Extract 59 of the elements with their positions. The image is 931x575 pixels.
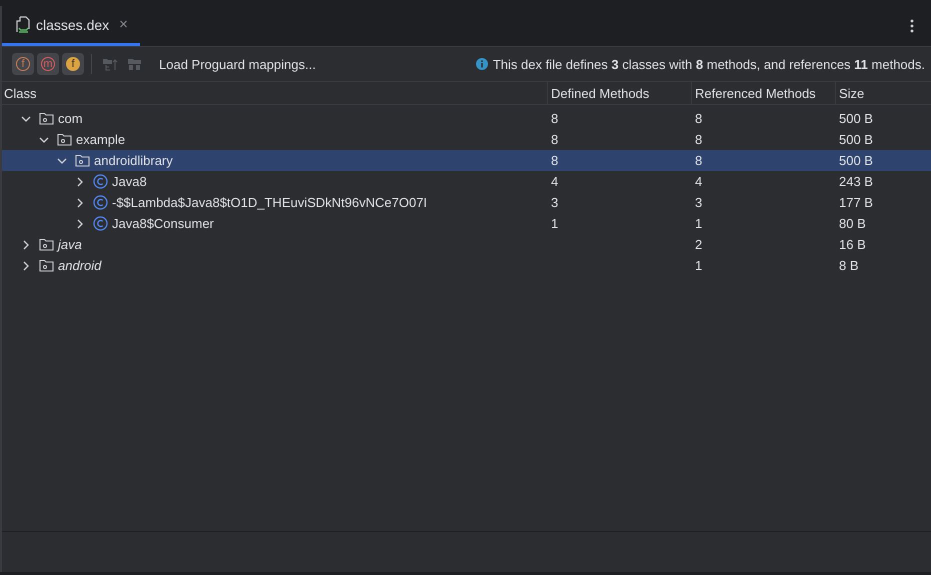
tree-node-name[interactable]: example xyxy=(76,132,126,147)
table-cell-text: 500 B xyxy=(838,132,874,147)
package-folder-icon xyxy=(39,238,54,251)
table-cell-text: 500 B xyxy=(838,153,874,168)
file-tab[interactable]: classes.dex × xyxy=(2,6,140,46)
table-cell-text: 2 xyxy=(694,237,704,252)
tree-row[interactable]: Java8$Consumer 1 1 80 B xyxy=(2,213,931,234)
close-icon[interactable]: × xyxy=(119,16,128,33)
table-cell-text: 1 xyxy=(550,216,560,231)
table-cell-text: 16 B xyxy=(838,237,867,252)
load-mappings-button[interactable]: Load Proguard mappings... xyxy=(155,54,320,74)
more-options-icon[interactable] xyxy=(910,19,914,33)
info-message: This dex file defines 3 classes with 8 methods, and references 11 methods. xyxy=(492,56,925,72)
table-cell-text: 1 xyxy=(694,258,704,273)
table-cell-text: 8 xyxy=(694,153,704,168)
table-cell-text: 80 B xyxy=(838,216,867,231)
table-cell-text: 8 xyxy=(550,132,560,147)
package-folder-icon xyxy=(39,259,54,272)
table-cell-text: 4 xyxy=(550,174,560,189)
table-cell-text: 3 xyxy=(694,195,704,210)
tree-node-name[interactable]: -$$Lambda$Java8$tO1D_THEuviSDkNt96vNCe7O07I xyxy=(112,195,428,210)
table-cell-text: 8 xyxy=(550,111,560,126)
tree-node-name[interactable]: android xyxy=(58,258,102,273)
column-header[interactable]: Size xyxy=(835,82,931,104)
class-icon xyxy=(93,216,108,231)
package-folder-icon xyxy=(75,154,90,167)
table-cell-text: 1 xyxy=(694,216,704,231)
table-cell-text: 3 xyxy=(550,195,560,210)
class-icon xyxy=(93,195,108,210)
package-folder-icon xyxy=(39,112,54,125)
class-icon xyxy=(93,174,108,189)
table-cell-text: 4 xyxy=(694,174,704,189)
tree-node-name[interactable]: androidlibrary xyxy=(94,153,173,168)
table-cell-text: 8 xyxy=(550,153,560,168)
tree-node-name[interactable]: java xyxy=(58,237,82,252)
selected-tree-row[interactable]: androidlibrary 8 8 500 B xyxy=(2,150,931,171)
table-cell-text: 8 xyxy=(694,111,704,126)
table-cell-text: 8 xyxy=(694,132,704,147)
file-icon xyxy=(16,16,30,33)
table-cell-text: 243 B xyxy=(838,174,874,189)
tree-node-name[interactable]: Java8$Consumer xyxy=(112,216,214,231)
table-cell-text: 8 B xyxy=(838,258,860,273)
column-header[interactable]: Class xyxy=(2,82,547,104)
tree-row[interactable]: android 1 8 B xyxy=(2,255,931,276)
tree-row[interactable]: example 8 8 500 B xyxy=(2,129,931,150)
info-icon xyxy=(476,58,488,70)
tab-title: classes.dex xyxy=(36,16,110,32)
column-header[interactable]: Referenced Methods xyxy=(691,82,835,104)
table-cell-text: 177 B xyxy=(838,195,874,210)
package-folder-icon xyxy=(57,133,72,146)
column-header[interactable]: Defined Methods xyxy=(547,82,691,104)
filter-reference-button[interactable]: f xyxy=(62,53,84,75)
table-cell-text: 500 B xyxy=(838,111,874,126)
tree-row[interactable]: Java8 4 4 243 B xyxy=(2,171,931,192)
tree-row[interactable]: com 8 8 500 B xyxy=(2,108,931,129)
tree-node-name[interactable]: Java8 xyxy=(112,174,147,189)
tree-row[interactable]: -$$Lambda$Java8$tO1D_THEuviSDkNt96vNCe7O07I 3 3 177 B xyxy=(2,192,931,213)
tree-row[interactable]: java 2 16 B xyxy=(2,234,931,255)
tree-node-name[interactable]: com xyxy=(58,111,83,126)
